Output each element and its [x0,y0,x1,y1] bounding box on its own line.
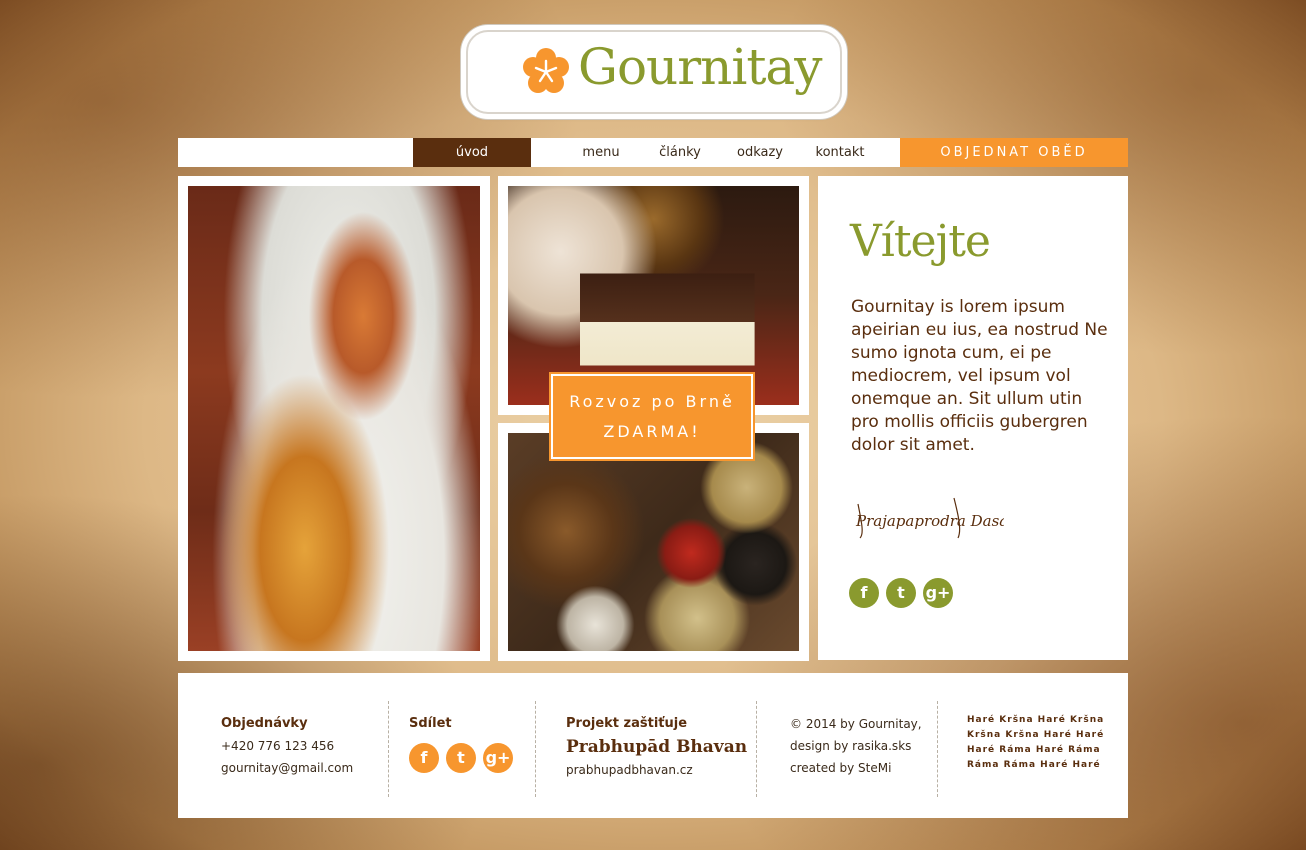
project-name: Prabhupād Bhavan [566,737,748,757]
welcome-panel: Vítejte Gournitay is lorem ipsum apeiria… [818,176,1128,660]
project-heading: Projekt zaštiťuje [566,716,688,731]
signature-text: Prajapaprodra Dasa [855,512,1004,530]
spices-image [508,433,799,651]
credits-line-1: © 2014 by Gournitay, [790,717,922,731]
share-heading: Sdílet [409,716,452,731]
nav-item-uvod[interactable]: úvod [413,138,531,167]
footer-share: Sdílet f t g+ [409,713,513,773]
orders-heading: Objednávky [221,716,308,731]
twitter-icon[interactable]: t [446,743,476,773]
dessert-image [508,186,799,405]
nav-item-odkazy[interactable]: odkazy [734,138,786,167]
free-delivery-badge[interactable]: Rozvoz po Brně ZDARMA! [549,372,755,461]
welcome-title: Vítejte [850,216,991,267]
mantra-line: Ráma Ráma Haré Haré [967,760,1101,770]
footer-divider [388,701,389,797]
promo-line-1: Rozvoz po Brně [569,392,735,411]
nav-item-menu[interactable]: menu [575,138,627,167]
twitter-icon[interactable]: t [886,578,916,608]
order-lunch-button[interactable]: OBJEDNAT OBĚD [900,138,1128,167]
footer-divider [535,701,536,797]
brand-name: Gournitay [578,38,822,96]
footer-divider [756,701,757,797]
facebook-icon[interactable]: f [409,743,439,773]
footer-divider [937,701,938,797]
site-footer: Objednávky +420 776 123 456 gournitay@gm… [178,673,1128,818]
food-plate-image [188,186,480,651]
footer-project: Projekt zaštiťuje Prabhupād Bhavan prabh… [566,713,747,781]
welcome-social-links: f t g+ [849,578,953,608]
facebook-icon[interactable]: f [849,578,879,608]
footer-credits: © 2014 by Gournitay, design by rasika.sk… [790,713,922,779]
footer-mantra: Haré Kršna Haré Kršna Kršna Kršna Haré H… [967,713,1104,773]
mantra-line: Haré Kršna Haré Kršna [967,715,1105,725]
food-photo-frame [178,176,490,661]
nav-item-kontakt[interactable]: kontakt [812,138,868,167]
credits-line-3: created by SteMi [790,761,892,775]
welcome-text: Gournitay is lorem ipsum apeirian eu ius… [851,297,1108,455]
flower-logo-icon [523,48,569,93]
footer-social-links: f t g+ [409,743,513,773]
project-url[interactable]: prabhupadbhavan.cz [566,759,747,781]
credits-line-2: design by rasika.sks [790,739,912,753]
signature-image: Prajapaprodra Dasa [855,497,1004,539]
mantra-line: Haré Ráma Haré Ráma [967,745,1101,755]
google-plus-icon[interactable]: g+ [923,578,953,608]
footer-orders: Objednávky +420 776 123 456 gournitay@gm… [221,713,353,779]
promo-line-2: ZDARMA! [603,422,701,441]
orders-phone[interactable]: +420 776 123 456 [221,735,353,757]
orders-email[interactable]: gournitay@gmail.com [221,757,353,779]
main-nav: úvod menu články odkazy kontakt OBJEDNAT… [178,138,1128,167]
mantra-line: Kršna Kršna Haré Haré [967,730,1105,740]
site-logo[interactable]: Gournitay [466,30,842,114]
google-plus-icon[interactable]: g+ [483,743,513,773]
nav-item-clanky[interactable]: články [653,138,707,167]
